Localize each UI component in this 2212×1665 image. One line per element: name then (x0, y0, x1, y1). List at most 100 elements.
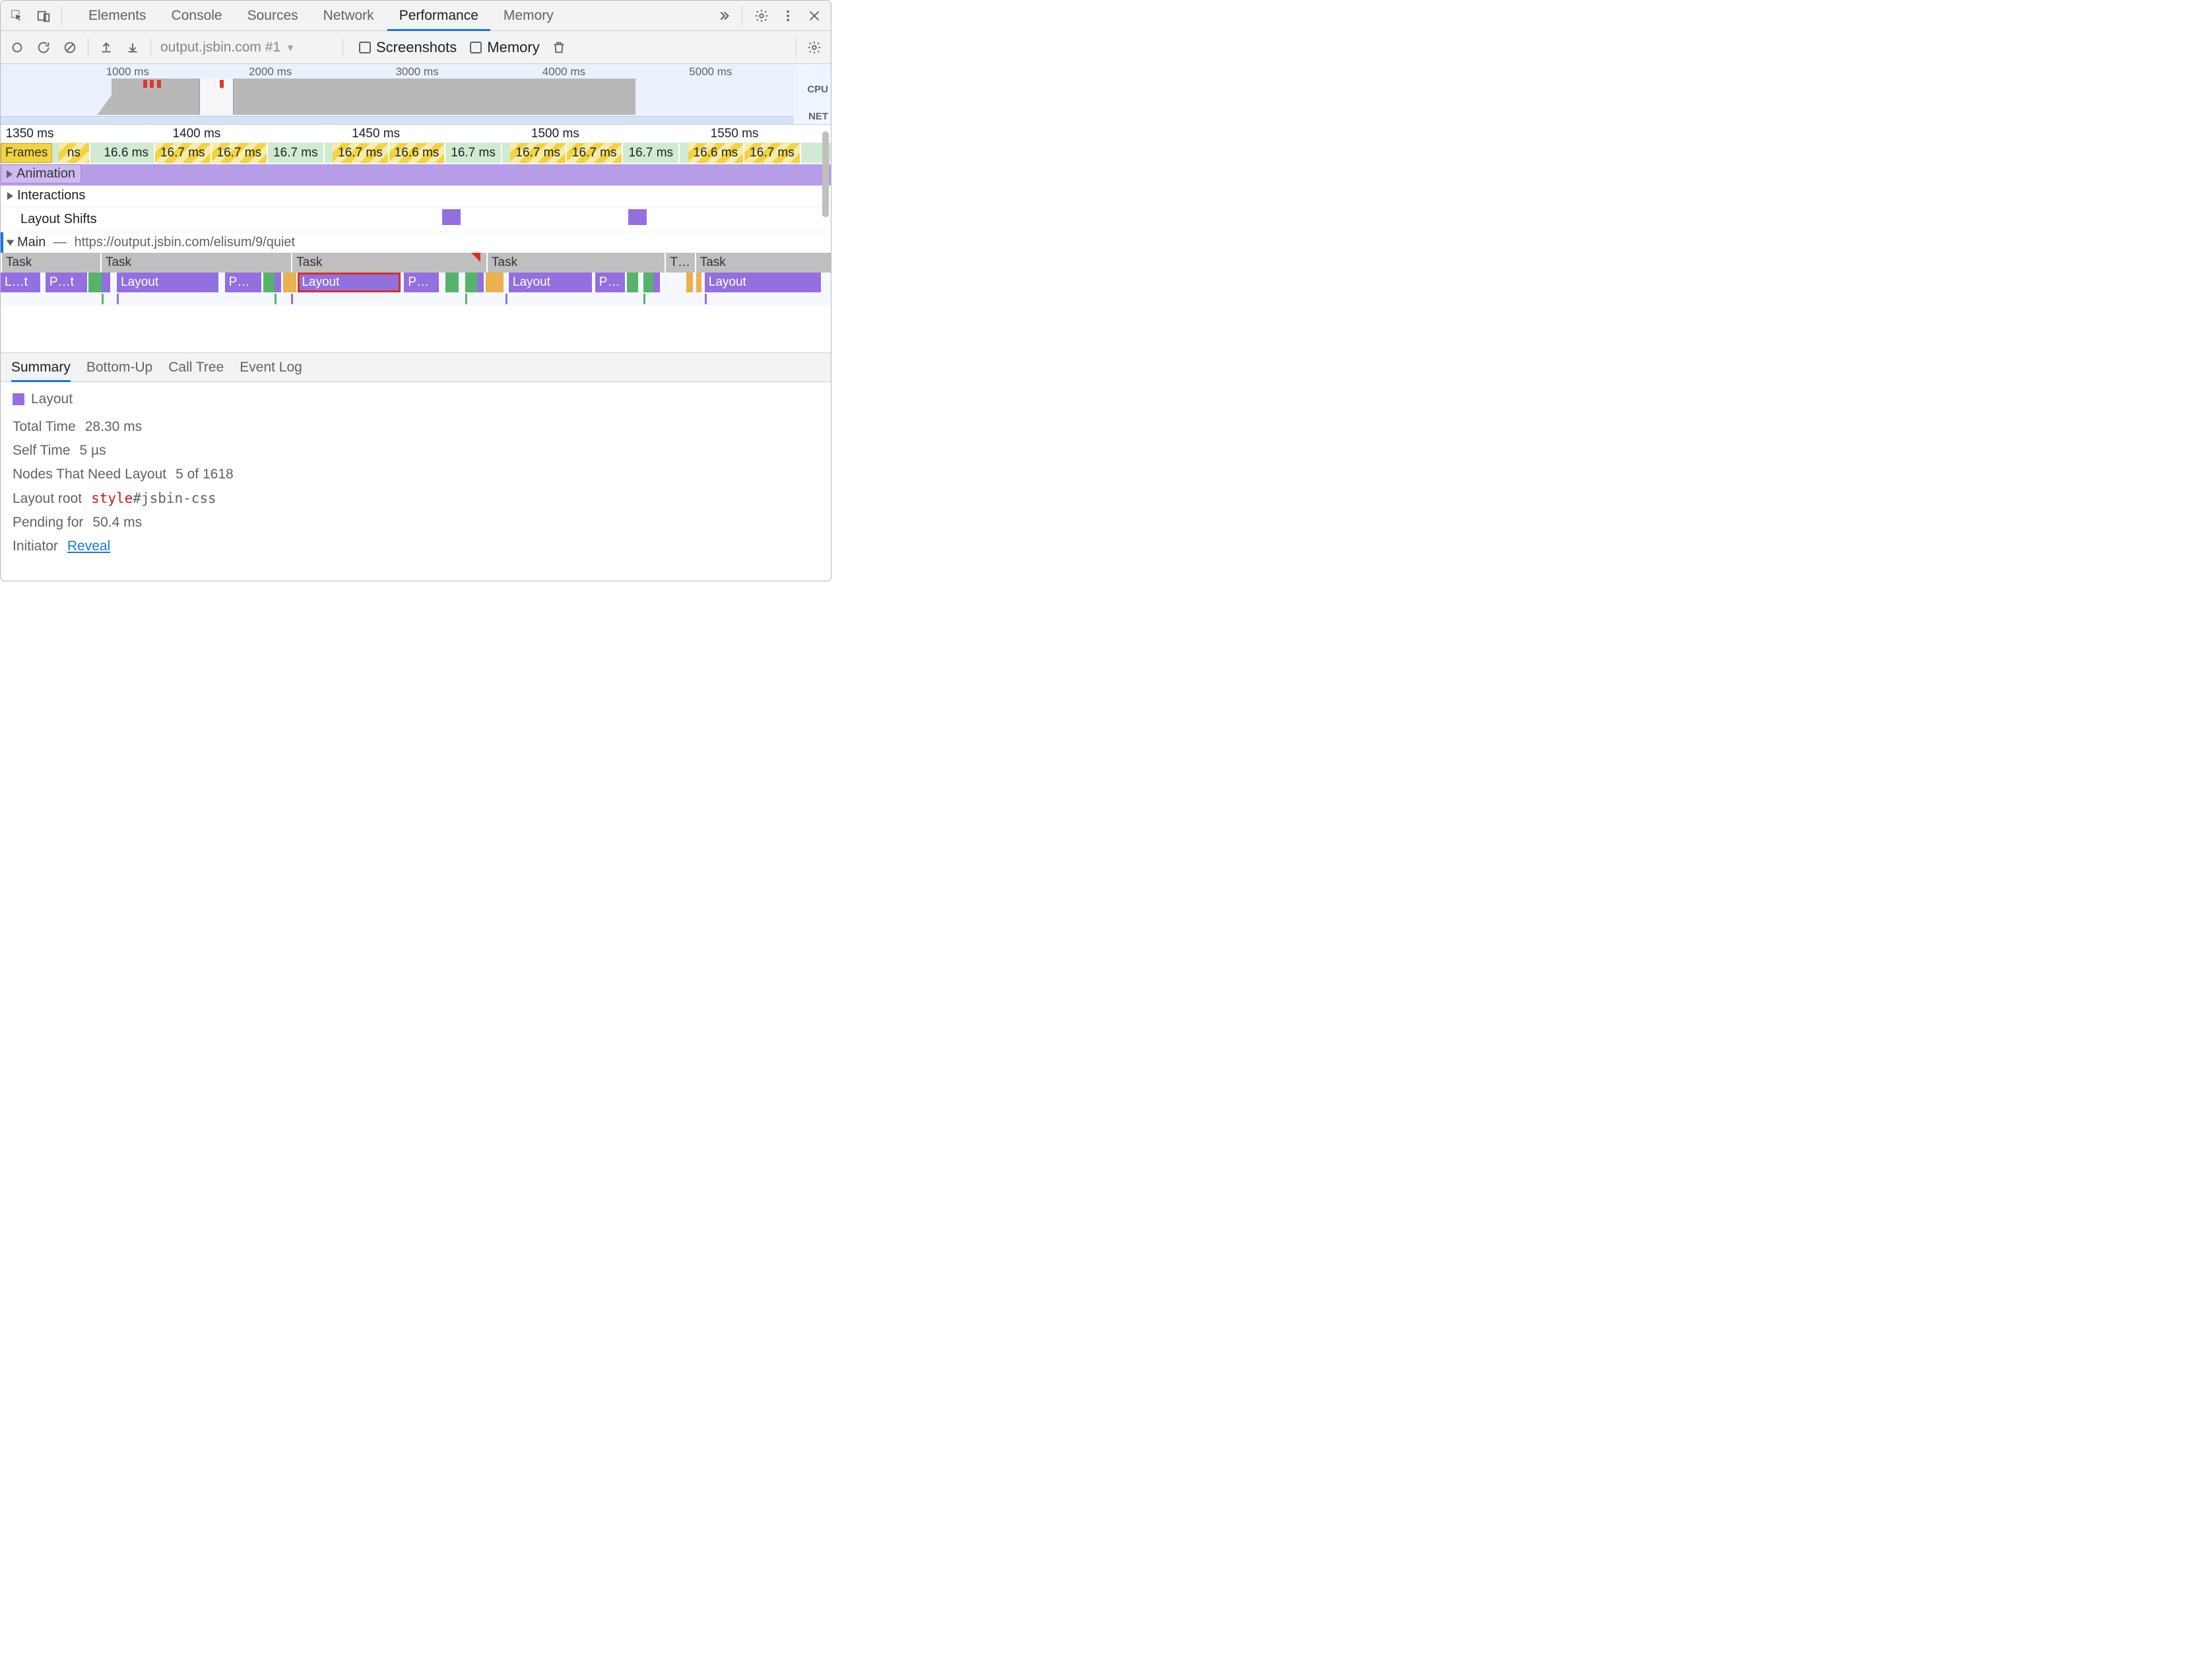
overview-net-strip (1, 116, 794, 124)
layout-shifts-track[interactable]: Layout Shifts (1, 207, 831, 232)
task-block[interactable]: Task (695, 253, 820, 273)
block[interactable] (696, 273, 701, 292)
panel-tabbar: ElementsConsoleSourcesNetworkPerformance… (1, 1, 831, 31)
frame-cell[interactable]: 16.7 ms (567, 143, 624, 163)
block[interactable] (445, 273, 459, 292)
close-icon[interactable] (803, 5, 826, 27)
layout-shifts-track-label: Layout Shifts (20, 212, 97, 227)
ruler-tick: 1450 ms (352, 127, 400, 141)
initiator-reveal-link[interactable]: Reveal (67, 539, 110, 554)
chevron-down-icon[interactable] (7, 240, 15, 245)
frame-cell[interactable]: 16.7 ms (624, 143, 680, 163)
block-p[interactable]: P… (404, 273, 439, 292)
frame-cell[interactable]: 16.7 ms (445, 143, 502, 163)
tab-sources[interactable]: Sources (236, 1, 310, 30)
tab-performance[interactable]: Performance (387, 1, 490, 30)
frame-cell[interactable]: 16.7 ms (155, 143, 212, 163)
detail-tab-event-log[interactable]: Event Log (240, 353, 302, 381)
frame-cell[interactable]: ns (59, 143, 90, 163)
block[interactable] (275, 273, 281, 292)
block-lt[interactable]: L…t (1, 273, 40, 292)
block[interactable] (88, 273, 102, 292)
memory-checkbox[interactable]: Memory (461, 39, 539, 56)
self-time-value: 5 µs (80, 443, 106, 459)
frame-cell[interactable]: 16.7 ms (333, 143, 389, 163)
frame-cell[interactable]: 16.7 ms (212, 143, 269, 163)
frame-cell[interactable]: 16.7 ms (268, 143, 325, 163)
detail-tab-summary[interactable]: Summary (11, 353, 71, 381)
detail-tab-call-tree[interactable]: Call Tree (168, 353, 224, 381)
upload-icon[interactable] (95, 36, 117, 59)
block[interactable] (283, 273, 296, 292)
gear-icon[interactable] (750, 5, 773, 27)
scrollbar-thumb[interactable] (822, 131, 829, 217)
block-layout[interactable]: Layout (509, 273, 592, 292)
target-selector[interactable]: output.jsbin.com #1 ▼ (158, 38, 336, 57)
nodes-label: Nodes That Need Layout (13, 467, 166, 482)
block-layout[interactable]: Layout (117, 273, 218, 292)
time-ruler: 1350 ms1400 ms1450 ms1500 ms1550 ms (1, 125, 831, 143)
frame-cell[interactable]: 16.6 ms (389, 143, 446, 163)
block-pt[interactable]: P…t (46, 273, 87, 292)
block[interactable] (653, 273, 660, 292)
frame-cell[interactable]: 16.6 ms (688, 143, 745, 163)
main-track[interactable]: Main — https://output.jsbin.com/elisum/9… (1, 232, 831, 306)
task-block[interactable]: Task (486, 253, 663, 273)
block-p[interactable]: P… (225, 273, 261, 292)
animation-track[interactable]: Animation (1, 164, 831, 186)
block[interactable] (643, 273, 653, 292)
detail-tab-bottom-up[interactable]: Bottom-Up (86, 353, 152, 381)
flamechart[interactable]: 1350 ms1400 ms1450 ms1500 ms1550 ms Fram… (1, 125, 831, 353)
tab-memory[interactable]: Memory (492, 1, 566, 30)
task-block[interactable]: T… (665, 253, 694, 273)
block[interactable] (627, 273, 639, 292)
overview-tick: 4000 ms (542, 65, 585, 79)
frame-cell[interactable]: 16.6 ms (98, 143, 155, 163)
main-track-url: https://output.jsbin.com/elisum/9/quiet (74, 235, 295, 250)
devtools-window: ElementsConsoleSourcesNetworkPerformance… (0, 0, 831, 581)
tab-network[interactable]: Network (311, 1, 386, 30)
overview-tick: 1000 ms (106, 65, 149, 79)
block[interactable] (263, 273, 275, 292)
task-block[interactable]: Task (100, 253, 291, 273)
block[interactable] (686, 273, 693, 292)
tab-elements[interactable]: Elements (77, 1, 158, 30)
pending-value: 50.4 ms (92, 515, 142, 531)
target-label: output.jsbin.com #1 (160, 40, 280, 55)
net-label: NET (797, 111, 828, 122)
frames-track[interactable]: Frames ns16.6 ms16.7 ms16.7 ms16.7 ms16.… (1, 143, 831, 164)
device-toolbar-icon[interactable] (32, 5, 55, 27)
reload-icon[interactable] (32, 36, 55, 59)
cpu-label: CPU (797, 84, 828, 95)
frame-cell[interactable]: 16.7 ms (744, 143, 801, 163)
initiator-label: Initiator (13, 539, 58, 554)
record-icon[interactable] (6, 36, 28, 59)
overview-timeline[interactable]: 1000 ms2000 ms3000 ms4000 ms5000 ms CPU … (1, 64, 831, 125)
inspect-element-icon[interactable] (6, 5, 28, 27)
block[interactable] (486, 273, 504, 292)
frames-track-label: Frames (5, 146, 48, 160)
trash-icon[interactable] (548, 36, 570, 59)
capture-settings-icon[interactable] (803, 36, 826, 59)
tab-console[interactable]: Console (160, 1, 234, 30)
block[interactable] (465, 273, 477, 292)
block[interactable] (102, 273, 110, 292)
block[interactable] (477, 273, 484, 292)
main-track-separator: — (49, 235, 70, 250)
frame-cell[interactable]: 16.7 ms (510, 143, 567, 163)
screenshots-checkbox[interactable]: Screenshots (350, 39, 457, 56)
more-tabs-icon[interactable] (713, 5, 735, 27)
chevron-right-icon[interactable] (7, 170, 13, 178)
screenshots-label: Screenshots (376, 39, 457, 56)
kebab-menu-icon[interactable] (777, 5, 799, 27)
block-p[interactable]: P… (595, 273, 625, 292)
clear-icon[interactable] (59, 36, 81, 59)
block-layout[interactable]: Layout (705, 273, 821, 292)
task-block[interactable]: Task (291, 253, 480, 273)
chevron-right-icon[interactable] (7, 192, 13, 200)
download-icon[interactable] (121, 36, 144, 59)
block-layout[interactable]: Layout (298, 273, 401, 292)
interactions-track[interactable]: Interactions (1, 186, 831, 207)
task-block[interactable]: Task (1, 253, 100, 273)
main-track-label: Main (17, 235, 46, 250)
